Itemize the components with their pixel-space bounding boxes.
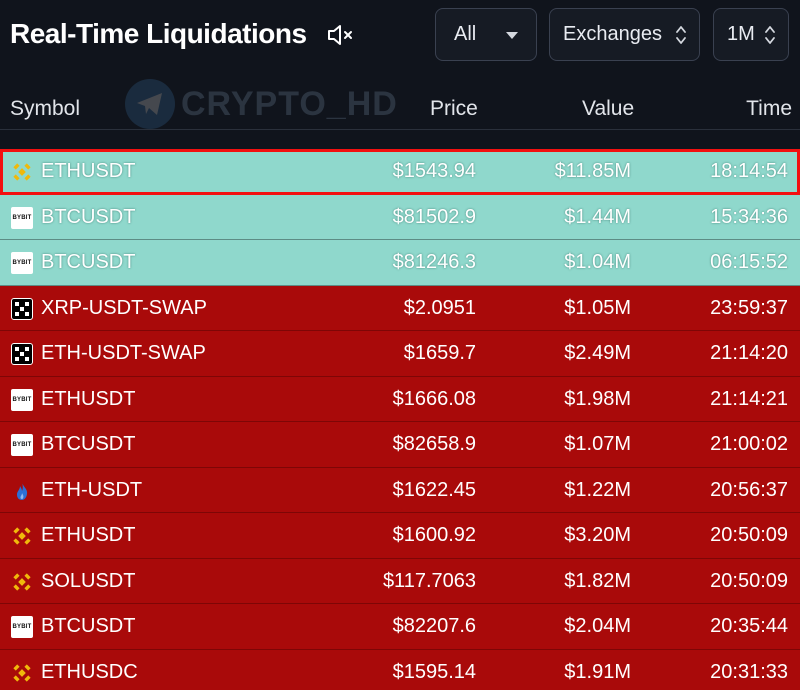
price-cell: $1622.45 — [392, 478, 476, 501]
bybit-icon: BYBIT — [11, 434, 33, 456]
side-filter-value: All — [454, 23, 477, 45]
bybit-icon: BYBIT — [11, 388, 33, 411]
column-header-value[interactable]: Value — [582, 97, 634, 121]
top-bar: Real-Time Liquidations All Exchanges 1M — [0, 0, 800, 72]
value-cell: $1.82M — [564, 569, 631, 592]
price-cell: $81502.9 — [392, 205, 476, 228]
value-cell: $1.44M — [564, 205, 631, 228]
value-cell: $1.05M — [564, 296, 631, 319]
symbol-cell: BTCUSDT — [41, 615, 136, 637]
time-cell: 21:14:20 — [710, 342, 788, 364]
bybit-icon: BYBIT — [11, 616, 33, 638]
value-cell: $1.07M — [564, 433, 631, 455]
caret-down-icon — [506, 32, 518, 39]
time-cell: 21:14:21 — [710, 387, 788, 410]
okx-icon — [11, 343, 33, 365]
up-down-chevron-icon — [765, 26, 775, 44]
symbol-cell: ETH-USDT — [41, 478, 143, 501]
price-cell: $1659.7 — [403, 342, 476, 364]
value-cell: $11.85M — [554, 160, 631, 182]
symbol-cell: BTCUSDT — [41, 433, 136, 455]
symbol-cell: ETH-USDT-SWAP — [41, 342, 206, 364]
price-cell: $1595.14 — [392, 660, 476, 683]
up-down-chevron-icon — [676, 26, 686, 44]
table-row[interactable]: ETH-USDT-SWAP $1659.7 $2.49M 21:14:20 — [0, 331, 800, 377]
column-header-price[interactable]: Price — [430, 97, 478, 121]
table-row[interactable]: BYBIT BTCUSDT $82207.6 $2.04M 20:35:44 — [0, 604, 800, 650]
table-row[interactable]: BYBIT BTCUSDT $81246.3 $1.04M 06:15:52 — [0, 240, 800, 286]
symbol-cell: ETHUSDT — [41, 160, 136, 182]
time-cell: 20:31:33 — [710, 660, 788, 683]
table-row[interactable]: ETHUSDT $1543.94 $11.85M 18:14:54 — [0, 149, 800, 195]
price-cell: $117.7063 — [382, 569, 476, 592]
symbol-cell: BTCUSDT — [41, 251, 136, 273]
value-cell: $1.22M — [564, 478, 631, 501]
huobi-flame-icon — [11, 480, 33, 502]
table-row[interactable]: ETH-USDT $1622.45 $1.22M 20:56:37 — [0, 467, 800, 513]
time-cell: 18:14:54 — [710, 160, 788, 182]
value-cell: $3.20M — [564, 524, 631, 546]
symbol-cell: SOLUSDT — [41, 569, 136, 592]
binance-icon — [11, 161, 33, 183]
binance-icon — [11, 662, 33, 684]
column-header-symbol[interactable]: Symbol — [10, 97, 80, 121]
price-cell: $81246.3 — [392, 251, 476, 273]
table-row[interactable]: SOLUSDT $117.7063 $1.82M 20:50:09 — [0, 558, 800, 604]
column-header-time[interactable]: Time — [746, 97, 792, 121]
price-cell: $82207.6 — [392, 615, 476, 637]
value-cell: $1.91M — [564, 660, 631, 683]
exchange-filter-value: Exchanges — [563, 23, 662, 45]
value-cell: $1.04M — [564, 251, 631, 273]
time-cell: 21:00:02 — [710, 433, 788, 455]
table-row[interactable]: XRP-USDT-SWAP $2.0951 $1.05M 23:59:37 — [0, 285, 800, 331]
time-cell: 06:15:52 — [710, 251, 788, 273]
exchange-filter-select[interactable]: Exchanges — [549, 8, 700, 61]
bybit-icon: BYBIT — [11, 206, 33, 229]
time-cell: 15:34:36 — [710, 205, 788, 228]
time-range-value: 1M — [727, 23, 755, 45]
symbol-cell: ETHUSDT — [41, 387, 136, 410]
symbol-cell: BTCUSDT — [41, 205, 136, 228]
price-cell: $82658.9 — [392, 433, 476, 455]
symbol-cell: XRP-USDT-SWAP — [41, 296, 207, 319]
symbol-cell: ETHUSDC — [41, 660, 138, 683]
okx-icon — [11, 297, 33, 320]
price-cell: $1543.94 — [392, 160, 476, 182]
time-cell: 23:59:37 — [710, 296, 788, 319]
side-filter-dropdown[interactable]: All — [435, 8, 537, 61]
symbol-cell: ETHUSDT — [41, 524, 136, 546]
time-range-select[interactable]: 1M — [713, 8, 789, 61]
time-cell: 20:35:44 — [710, 615, 788, 637]
price-cell: $2.0951 — [403, 296, 476, 319]
binance-icon — [11, 525, 33, 547]
time-cell: 20:56:37 — [710, 478, 788, 501]
price-cell: $1666.08 — [392, 387, 476, 410]
bybit-icon: BYBIT — [11, 252, 33, 274]
value-cell: $2.49M — [564, 342, 631, 364]
table-row[interactable]: BYBIT BTCUSDT $82658.9 $1.07M 21:00:02 — [0, 422, 800, 468]
price-cell: $1600.92 — [392, 524, 476, 546]
table-row[interactable]: BYBIT ETHUSDT $1666.08 $1.98M 21:14:21 — [0, 376, 800, 422]
page-title: Real-Time Liquidations — [10, 18, 307, 49]
sound-muted-icon[interactable] — [326, 22, 356, 48]
table-header: Symbol Price Value Time — [0, 72, 800, 130]
table-row[interactable]: BYBIT BTCUSDT $81502.9 $1.44M 15:34:36 — [0, 194, 800, 240]
time-cell: 20:50:09 — [710, 524, 788, 546]
time-cell: 20:50:09 — [710, 569, 788, 592]
value-cell: $1.98M — [564, 387, 631, 410]
binance-icon — [11, 571, 33, 593]
table-row[interactable]: ETHUSDC $1595.14 $1.91M 20:31:33 — [0, 649, 800, 690]
value-cell: $2.04M — [564, 615, 631, 637]
liquidations-table: ETHUSDT $1543.94 $11.85M 18:14:54 BYBIT BTCUS… — [0, 149, 800, 690]
table-row[interactable]: ETHUSDT $1600.92 $3.20M 20:50:09 — [0, 513, 800, 559]
